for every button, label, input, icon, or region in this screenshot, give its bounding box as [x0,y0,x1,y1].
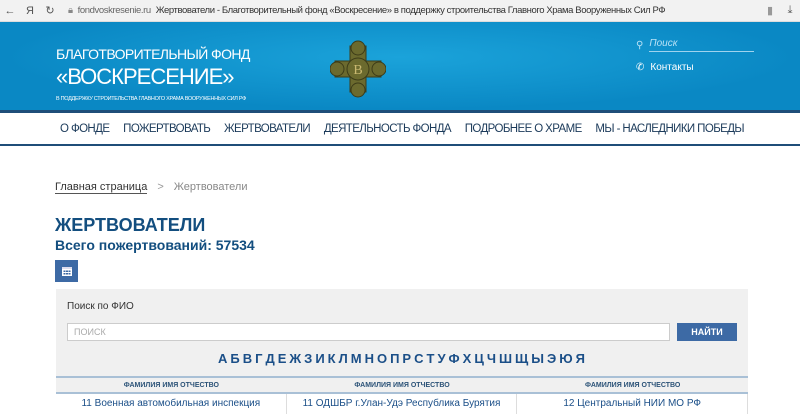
letter-filter[interactable]: А [218,351,228,366]
donations-total: Всего пожертвований: 57534 [55,237,255,253]
column-header: ФАМИЛИЯ ИМЯ ОТЧЕСТВО [517,378,749,394]
page-title: ЖЕРТВОВАТЕЛИ [55,215,206,235]
site-header: БЛАГОТВОРИТЕЛЬНЫЙ ФОНД «ВОСКРЕСЕНИЕ» В П… [0,22,800,110]
letter-filter[interactable]: Д [265,351,275,366]
breadcrumb: Главная страница > Жертвователи [55,181,248,194]
page-title-tab: Жертвователи - Благотворительный фонд «В… [155,5,666,16]
letter-filter[interactable]: Е [278,351,288,366]
contacts-link[interactable]: ✆ Контакты [636,62,694,73]
table-cell: 11 ОДШБР г.Улан-Удэ Республика Бурятия [286,394,518,414]
logo-tagline: В ПОДДЕРЖКУ СТРОИТЕЛЬСТВА ГЛАВНОГО ХРАМА… [56,96,247,102]
cross-emblem-icon: В [330,40,386,98]
address-bar[interactable]: 🔒︎ fondvoskresenie.ru Жертвователи - Бла… [68,5,760,16]
letter-filter[interactable]: Ц [474,351,485,366]
nav-temple[interactable]: ПОДРОБНЕЕ О ХРАМЕ [465,123,583,135]
breadcrumb-current: Жертвователи [173,181,248,193]
letter-filter[interactable]: Х [463,351,473,366]
nav-activity[interactable]: ДЕЯТЕЛЬНОСТЬ ФОНДА [324,123,452,135]
letter-filter[interactable]: Ж [289,351,302,366]
letter-filter[interactable]: Щ [515,351,529,366]
letter-filter[interactable]: Ф [449,351,461,366]
letter-filter[interactable]: С [414,351,424,366]
search-icon[interactable]: ⚲ [636,40,643,51]
letter-filter[interactable]: К [328,351,337,366]
contacts-label: Контакты [650,62,694,73]
breadcrumb-separator: > [157,181,164,193]
emblem-letter: В [353,63,362,78]
logo-line2[interactable]: «ВОСКРЕСЕНИЕ» [56,64,235,90]
letter-filter[interactable]: О [377,351,388,366]
letter-filter[interactable]: Б [230,351,240,366]
logo-line1[interactable]: БЛАГОТВОРИТЕЛЬНЫЙ ФОНД [56,46,250,62]
yandex-button[interactable]: Я [20,5,40,17]
letter-filter[interactable]: Ш [499,351,513,366]
find-button[interactable]: НАЙТИ [677,323,737,341]
letter-filter[interactable]: У [437,351,446,366]
letter-filter[interactable]: Э [547,351,557,366]
letter-filter[interactable]: В [243,351,253,366]
search-panel: Поиск по ФИО ПОИСК НАЙТИ АБВГДЕЖЗИКЛМНОП… [56,289,749,414]
download-icon[interactable]: ⤓ [780,4,800,17]
letter-filter[interactable]: Л [339,351,349,366]
table-row: 11 Военная автомобильная инспекция 11 ОД… [56,394,749,414]
table-cell: 12 Центральный НИИ МО РФ [517,394,749,414]
lock-icon: 🔒︎ [68,5,73,16]
alphabet-filter: АБВГДЕЖЗИКЛМНОПРСТУФХЦЧШЩЫЭЮЯ [56,351,748,366]
browser-toolbar: ← Я ↻ 🔒︎ fondvoskresenie.ru Жертвователи… [0,0,800,22]
name-search-input[interactable]: ПОИСК [67,323,670,341]
main-nav: О ФОНДЕ ПОЖЕРТВОВАТЬ ЖЕРТВОВАТЕЛИ ДЕЯТЕЛ… [0,110,800,146]
nav-donors[interactable]: ЖЕРТВОВАТЕЛИ [224,123,311,135]
header-search[interactable]: ⚲ Поиск [636,38,755,52]
letter-filter[interactable]: Р [402,351,412,366]
letter-filter[interactable]: Т [426,351,435,366]
letter-filter[interactable]: Ы [531,351,545,366]
donors-table: ФАМИЛИЯ ИМЯ ОТЧЕСТВО ФАМИЛИЯ ИМЯ ОТЧЕСТВ… [56,376,749,414]
column-header: ФАМИЛИЯ ИМЯ ОТЧЕСТВО [286,378,518,394]
letter-filter[interactable]: М [351,351,363,366]
breadcrumb-home[interactable]: Главная страница [55,181,148,194]
calendar-button[interactable] [55,260,78,282]
nav-about[interactable]: О ФОНДЕ [60,123,110,135]
letter-filter[interactable]: Ч [487,351,497,366]
letter-filter[interactable]: Н [365,351,375,366]
column-header: ФАМИЛИЯ ИМЯ ОТЧЕСТВО [56,378,287,394]
nav-heirs[interactable]: МЫ - НАСЛЕДНИКИ ПОБЕДЫ [595,123,744,135]
table-cell: 11 Военная автомобильная инспекция [56,394,287,414]
letter-filter[interactable]: И [315,351,325,366]
bookmark-icon[interactable]: ▮ [760,4,780,17]
nav-donate[interactable]: ПОЖЕРТВОВАТЬ [123,123,211,135]
calendar-icon [61,267,72,276]
back-button[interactable]: ← [0,5,20,17]
letter-filter[interactable]: Г [255,351,263,366]
reload-button[interactable]: ↻ [40,4,60,17]
search-label: Поиск по ФИО [67,301,134,312]
phone-icon: ✆ [636,62,645,73]
table-header: ФАМИЛИЯ ИМЯ ОТЧЕСТВО ФАМИЛИЯ ИМЯ ОТЧЕСТВ… [56,378,749,394]
letter-filter[interactable]: З [304,351,313,366]
header-search-input[interactable]: Поиск [649,38,755,52]
letter-filter[interactable]: Я [576,351,586,366]
address-domain: fondvoskresenie.ru [77,5,151,16]
letter-filter[interactable]: П [390,351,400,366]
letter-filter[interactable]: Ю [559,351,573,366]
